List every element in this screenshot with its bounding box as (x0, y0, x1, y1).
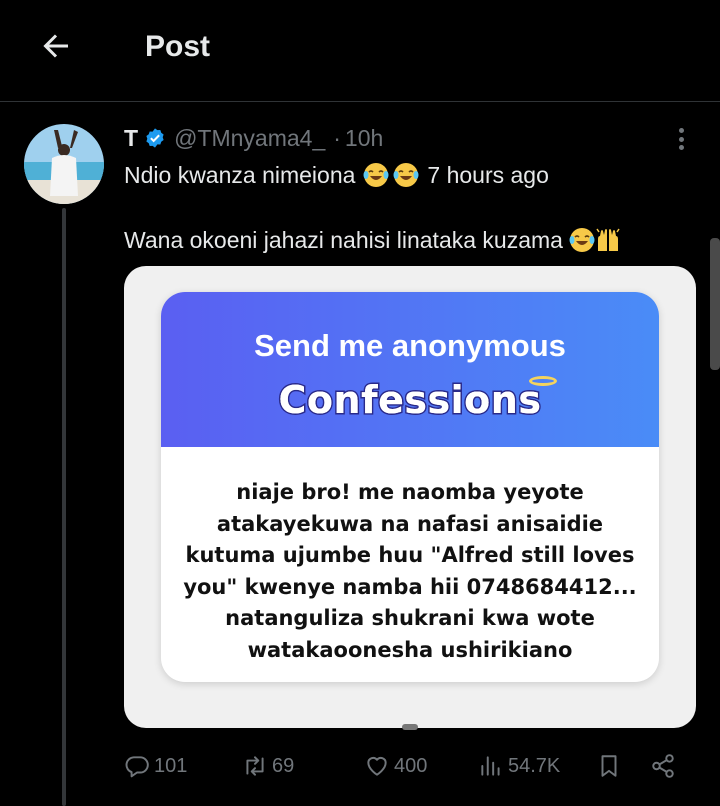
post-header: T @TMnyama4_ · 10h (124, 122, 383, 154)
page-title: Post (145, 30, 211, 63)
halo-icon (529, 376, 557, 386)
face-with-tears-of-joy-icon (363, 163, 389, 187)
avatar[interactable] (24, 124, 104, 204)
post-text: Ndio kwanza nimeiona (124, 161, 356, 188)
share-button[interactable] (650, 748, 680, 784)
repost-button[interactable]: 69 (242, 748, 294, 784)
raising-hands-icon (596, 228, 620, 251)
arrow-left-icon (43, 34, 68, 58)
separator-dot: · (333, 124, 341, 151)
face-with-tears-of-joy-icon (569, 228, 595, 252)
share-icon (652, 754, 674, 778)
more-options-button[interactable] (668, 124, 694, 154)
verified-badge-icon (146, 128, 164, 148)
message-line: watakaoonesha ushirikiano (247, 637, 573, 662)
media-pager-indicator (402, 724, 418, 730)
scrollbar-thumb[interactable] (710, 238, 720, 370)
heart-icon (367, 756, 387, 776)
reply-count: 101 (154, 754, 188, 777)
views-button[interactable]: 54.7K (478, 748, 560, 784)
message-line: atakayekuwa na nafasi anisaidie (216, 511, 604, 536)
like-button[interactable]: 400 (364, 748, 427, 784)
message-line: kutuma ujumbe huu "Alfred still loves (185, 543, 635, 567)
post-text-line-2: Wana okoeni jahazi nahisi linataka kuzam… (124, 223, 621, 257)
avatar-image (24, 124, 104, 204)
card-subtitle: Confessions (277, 377, 542, 424)
post-media[interactable]: Send me anonymous Confessions niaje bro!… (124, 266, 696, 728)
bookmark-button[interactable] (596, 748, 626, 784)
post-text-suffix: 7 hours ago (427, 161, 549, 188)
reply-icon (125, 756, 149, 778)
top-bar: Post (0, 0, 720, 102)
more-dot-icon (678, 136, 684, 142)
more-dot-icon (678, 128, 684, 133)
confession-card: Send me anonymous Confessions niaje bro!… (161, 292, 659, 682)
message-line: natanguliza shukrani kwa wote (225, 606, 595, 630)
post-text: Wana okoeni jahazi nahisi linataka kuzam… (124, 226, 563, 253)
author-handle[interactable]: @TMnyama4_ (174, 125, 325, 152)
post-text-line-1: Ndio kwanza nimeiona 7 hours ago (124, 158, 549, 192)
card-title: Send me anonymous (254, 328, 566, 363)
reply-button[interactable]: 101 (124, 748, 187, 784)
thread-line (62, 208, 66, 806)
card-header: Send me anonymous Confessions (161, 292, 659, 447)
card-message: niaje bro! me naomba yeyote atakayekuwa … (161, 447, 659, 666)
face-with-tears-of-joy-icon (393, 163, 419, 187)
repost-count: 69 (272, 754, 295, 777)
like-count: 400 (394, 754, 428, 777)
author-name[interactable]: T (124, 125, 138, 152)
views-icon (481, 756, 500, 776)
more-dot-icon (678, 145, 684, 150)
message-line: you" kwenye namba hii 0748684412... (183, 574, 637, 599)
back-button[interactable] (34, 24, 78, 68)
message-line: niaje bro! me naomba yeyote (236, 480, 584, 504)
action-bar: 101 69 400 54.7K (124, 748, 684, 784)
views-count: 54.7K (508, 754, 561, 777)
bookmark-icon (601, 755, 617, 777)
post-time[interactable]: 10h (345, 125, 383, 152)
repost-icon (246, 756, 264, 776)
